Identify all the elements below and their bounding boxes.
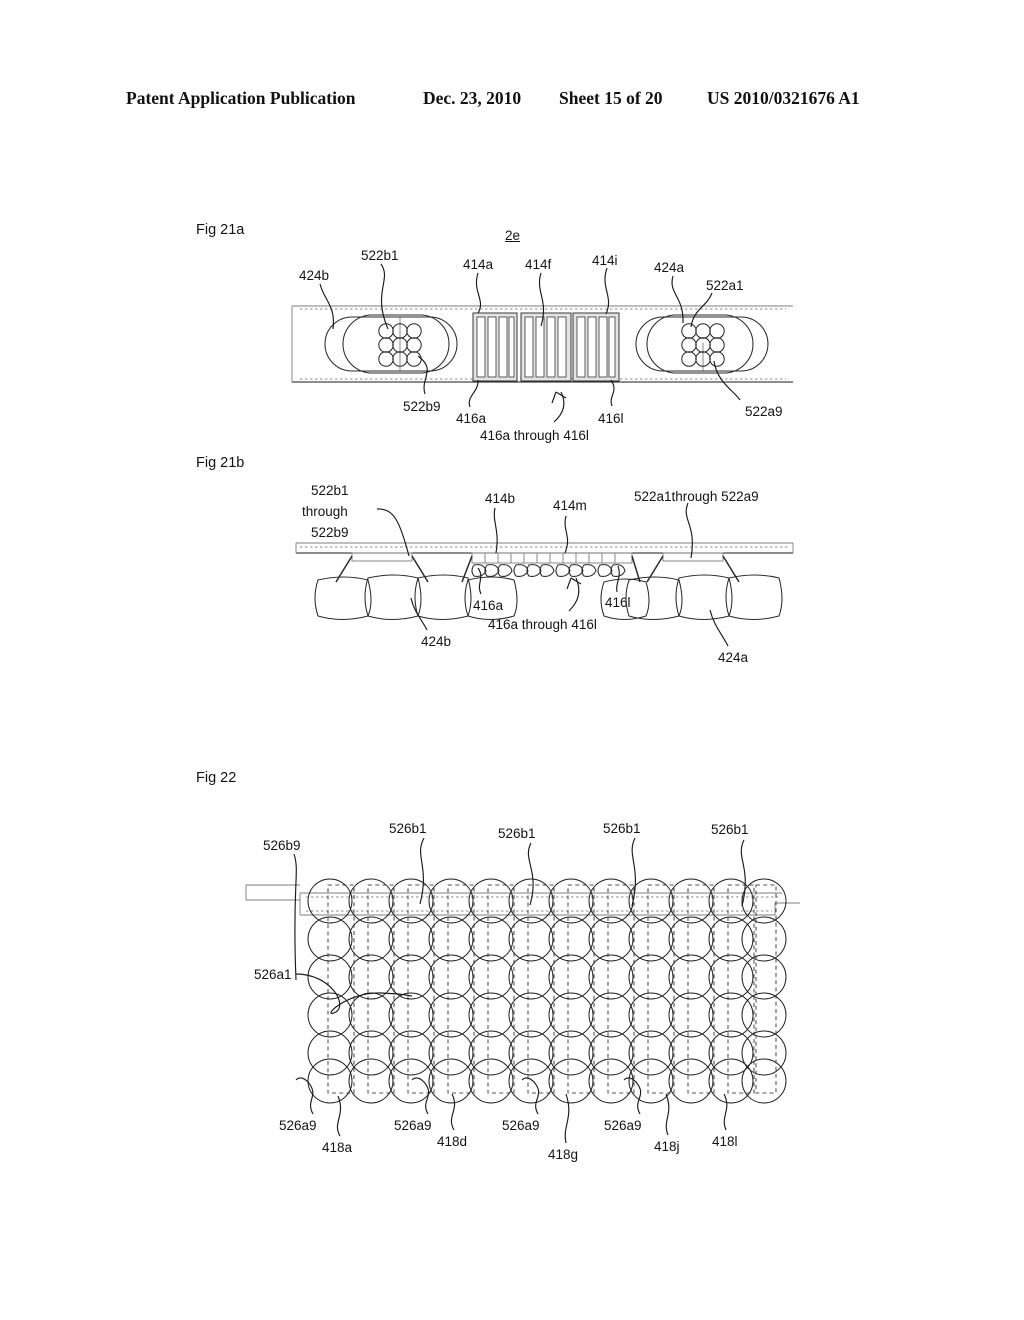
fig21b-label-522b9: 522b9 <box>311 525 349 540</box>
fig21a-label-522b1: 522b1 <box>361 248 399 263</box>
fig21a-center-coils <box>472 312 620 382</box>
fig21b-label-416a: 416a <box>473 598 504 613</box>
fig22-label-418j: 418j <box>654 1139 680 1154</box>
fig21b-label-through: through <box>302 504 348 519</box>
fig22-circle-grid <box>307 878 787 1104</box>
fig21a-label-522b9: 522b9 <box>403 399 441 414</box>
fig22-label-418d: 418d <box>437 1134 468 1149</box>
patent-page: Patent Application Publication Dec. 23, … <box>0 0 1024 1320</box>
fig22-label-526b1-3: 526b1 <box>603 821 641 836</box>
fig21b-center-teeth <box>471 552 633 564</box>
fig21b-label-522a-range: 522a1through 522a9 <box>634 489 759 504</box>
fig22-label-526a9-4: 526a9 <box>604 1118 642 1133</box>
fig21b-label-416l: 416l <box>605 595 631 610</box>
fig21b-caption: Fig 21b <box>196 455 245 471</box>
fig22-label-526b1-2: 526b1 <box>498 826 536 841</box>
fig22-label-418l: 418l <box>712 1134 738 1149</box>
fig21a-label-416-range: 416a through 416l <box>480 428 589 443</box>
fig21a-label-416a: 416a <box>456 411 487 426</box>
fig22-label-526a1: 526a1 <box>254 967 292 982</box>
fig22-drawing <box>245 837 800 1144</box>
fig22-label-526b9: 526b9 <box>263 838 301 853</box>
fig21b-label-522b1: 522b1 <box>311 483 349 498</box>
fig22-label-418a: 418a <box>322 1140 353 1155</box>
fig21a-label-414a: 414a <box>463 257 494 272</box>
fig21a-label-424a: 424a <box>654 260 685 275</box>
fig22-caption: Fig 22 <box>196 770 237 786</box>
fig21b-label-424a: 424a <box>718 650 749 665</box>
fig21b-label-424b: 424b <box>421 634 452 649</box>
fig21a-label-522a9: 522a9 <box>745 404 783 419</box>
fig22-label-526b1-1: 526b1 <box>389 821 427 836</box>
fig21b-label-414m: 414m <box>553 498 587 513</box>
header-sheet: Sheet 15 of 20 <box>559 88 663 108</box>
fig22-label-418g: 418g <box>548 1147 579 1162</box>
fig21a-assembly-label: 2e <box>505 228 521 243</box>
fig22-label-526a9-2: 526a9 <box>394 1118 432 1133</box>
header-date: Dec. 23, 2010 <box>423 88 522 108</box>
fig21b-label-414b: 414b <box>485 491 516 506</box>
fig22-label-526a9-1: 526a9 <box>279 1118 317 1133</box>
fig22-label-526a9-3: 526a9 <box>502 1118 540 1133</box>
fig21a-label-424b: 424b <box>299 268 330 283</box>
fig22-label-526b1-4: 526b1 <box>711 822 749 837</box>
fig21a-label-522a1: 522a1 <box>706 278 744 293</box>
fig21a-caption: Fig 21a <box>196 222 245 238</box>
header-publication: Patent Application Publication <box>126 88 356 108</box>
fig22-slot-outlines <box>327 884 777 1094</box>
fig21a-label-414i: 414i <box>592 253 618 268</box>
header-patent-number: US 2010/0321676 A1 <box>707 88 860 108</box>
fig21a-label-414f: 414f <box>525 257 552 272</box>
fig21a-label-416l: 416l <box>598 411 624 426</box>
fig21b-label-416-range: 416a through 416l <box>488 617 597 632</box>
